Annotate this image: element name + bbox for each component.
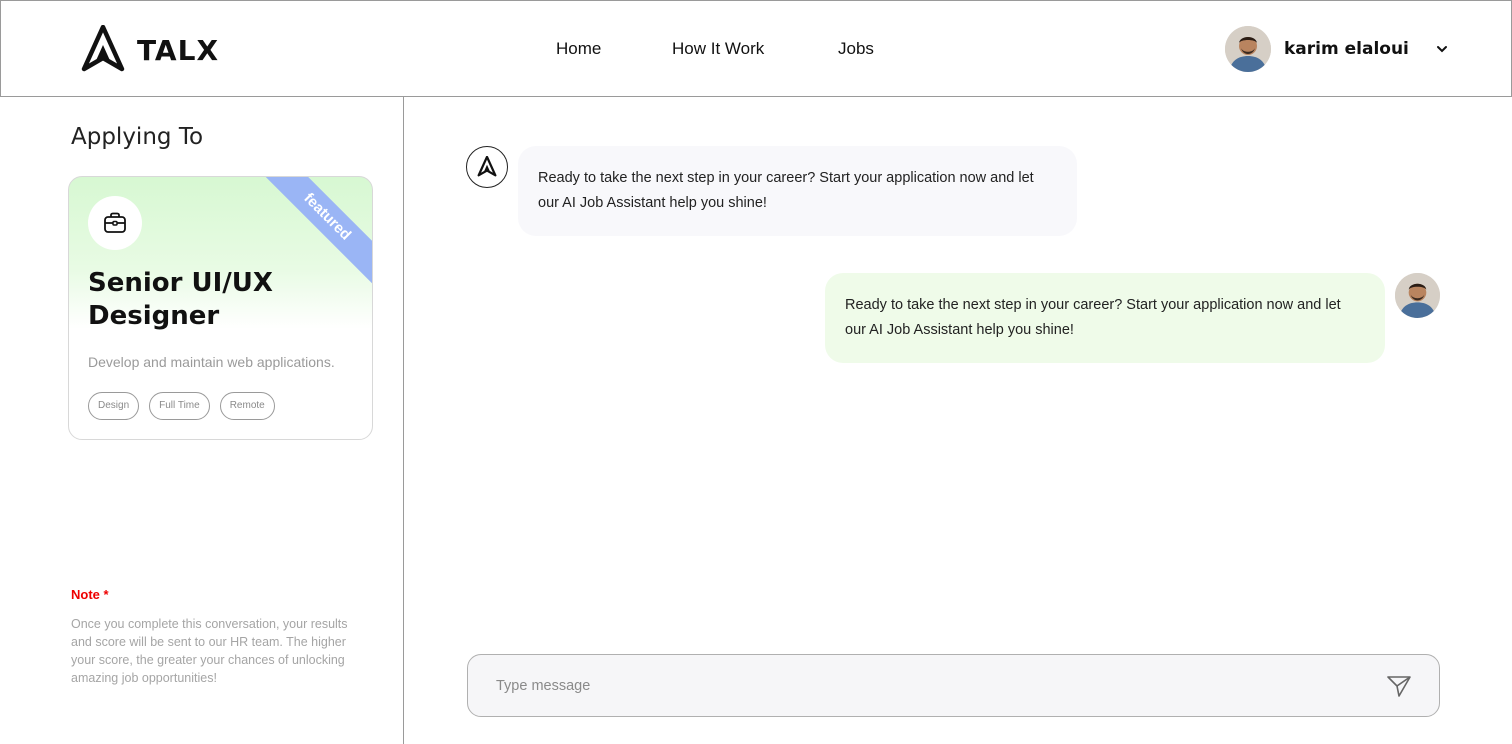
note-text: Once you complete this conversation, you… xyxy=(71,617,348,685)
avatar xyxy=(1395,273,1440,318)
message-input[interactable] xyxy=(496,675,1356,697)
job-title: Senior UI/UX Designer xyxy=(88,268,273,331)
nav-jobs[interactable]: Jobs xyxy=(838,39,874,59)
nav-how-it-work[interactable]: How It Work xyxy=(672,39,764,59)
user-message: Ready to take the next step in your care… xyxy=(825,273,1385,363)
chevron-down-icon[interactable] xyxy=(1435,44,1449,54)
job-card[interactable]: featured Senior UI/UX Designer Develop a… xyxy=(68,176,373,440)
job-icon-badge xyxy=(88,196,142,250)
chat-panel: Ready to take the next step in your care… xyxy=(404,96,1512,744)
talx-logo-icon xyxy=(477,156,497,177)
send-icon[interactable] xyxy=(1386,673,1412,699)
tag-full-time[interactable]: Full Time xyxy=(149,392,210,420)
job-description: Develop and maintain web applications. xyxy=(88,354,335,370)
user-name[interactable]: karim elaloui xyxy=(1284,39,1409,59)
message-composer xyxy=(467,654,1440,717)
tag-design[interactable]: Design xyxy=(88,392,140,420)
tag-remote[interactable]: Remote xyxy=(219,392,275,420)
assistant-message: Ready to take the next step in your care… xyxy=(518,146,1077,236)
user-menu[interactable]: karim elaloui xyxy=(1225,26,1449,72)
top-header: TALX Home How It Work Jobs karim elaloui xyxy=(0,0,1512,97)
job-tags: Design Full Time Remote xyxy=(88,392,275,420)
applying-heading: Applying To xyxy=(71,124,204,150)
nav-home[interactable]: Home xyxy=(556,39,601,59)
sidebar: Applying To featured Senior UI/UX Design… xyxy=(0,96,404,744)
avatar-image xyxy=(1395,273,1440,318)
briefcase-icon xyxy=(104,212,126,233)
note-title: Note * xyxy=(71,587,109,602)
assistant-avatar xyxy=(466,146,508,188)
avatar-image xyxy=(1225,26,1271,72)
avatar[interactable] xyxy=(1225,26,1271,72)
